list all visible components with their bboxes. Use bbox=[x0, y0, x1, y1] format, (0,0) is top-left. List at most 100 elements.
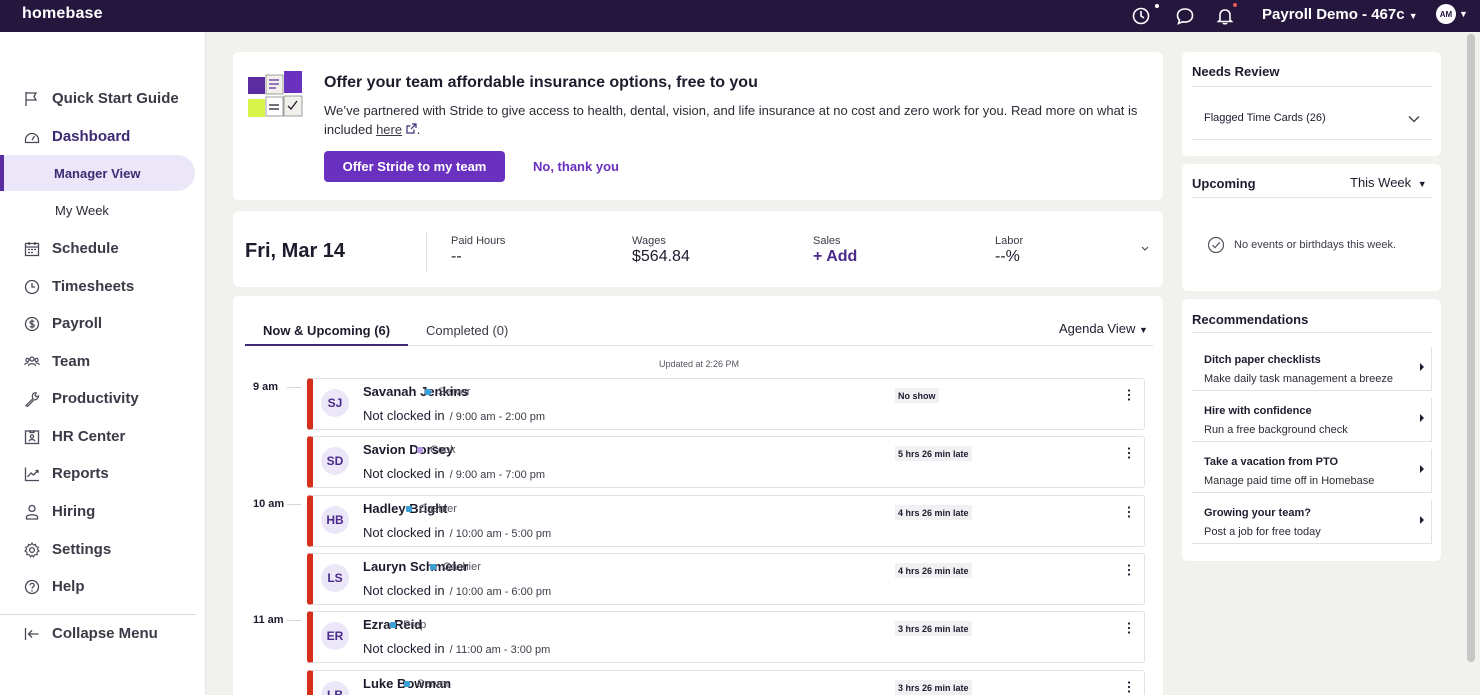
sidebar-item-team[interactable]: Team bbox=[0, 347, 206, 377]
upcoming-filter-label: This Week bbox=[1350, 175, 1412, 190]
insurance-illustration-icon bbox=[248, 71, 303, 117]
role-label: Cashier bbox=[443, 561, 481, 573]
no-thank-you-button[interactable]: No, thank you bbox=[533, 159, 619, 174]
upcoming-filter-dropdown[interactable]: This Week ▼ bbox=[1350, 175, 1427, 190]
sidebar-item-payroll[interactable]: Payroll bbox=[0, 309, 206, 339]
clock-status: Not clocked in / 11:00 am - 3:00 pm bbox=[363, 641, 550, 656]
employee-avatar[interactable]: LS bbox=[321, 564, 349, 592]
sidebar-item-help[interactable]: Help bbox=[0, 572, 206, 602]
sidebar-item-label: Schedule bbox=[52, 240, 119, 257]
avatar-chevron-icon[interactable]: ▼ bbox=[1459, 9, 1468, 19]
sidebar-item-reports[interactable]: Reports bbox=[0, 459, 206, 489]
timeclock-icon[interactable] bbox=[1129, 4, 1153, 28]
person-icon bbox=[25, 504, 39, 520]
lateness-badge: 5 hrs 26 min late bbox=[895, 446, 972, 461]
homebase-logo[interactable]: homebase bbox=[22, 5, 103, 23]
upcoming-title: Upcoming bbox=[1192, 176, 1256, 191]
stat-label: Paid Hours bbox=[451, 235, 506, 247]
recommendation-item[interactable]: Ditch paper checklists Make daily task ma… bbox=[1192, 347, 1432, 391]
stat-paid-hours: Paid Hours -- bbox=[451, 235, 505, 266]
upcoming-empty-message: No events or birthdays this week. bbox=[1234, 239, 1397, 251]
sidebar-item-label: Productivity bbox=[52, 390, 139, 407]
clock-status: Not clocked in / 9:00 am - 7:00 pm bbox=[363, 466, 545, 481]
kebab-menu-icon[interactable] bbox=[1126, 446, 1132, 460]
add-sales-button[interactable]: + Add bbox=[813, 248, 857, 266]
sidebar-item-label: Manager View bbox=[54, 166, 141, 181]
account-name: Payroll Demo - 467c bbox=[1262, 6, 1405, 23]
calendar-icon bbox=[24, 242, 40, 257]
sidebar-item-label: Timesheets bbox=[52, 278, 135, 295]
recommendation-title: Take a vacation from PTO bbox=[1204, 456, 1339, 468]
tab-now-upcoming[interactable]: Now & Upcoming (6) bbox=[263, 323, 390, 338]
time-tick bbox=[287, 504, 301, 505]
sidebar-item-dashboard[interactable]: Dashboard bbox=[0, 122, 206, 152]
stats-date: Fri, Mar 14 bbox=[245, 240, 346, 262]
chevron-down-icon[interactable] bbox=[1408, 115, 1420, 123]
chat-icon[interactable] bbox=[1173, 4, 1197, 28]
employee-role: Cashier bbox=[406, 503, 457, 515]
avatar[interactable]: AM bbox=[1436, 4, 1456, 24]
sidebar-divider bbox=[0, 614, 196, 615]
sidebar-item-settings[interactable]: Settings bbox=[0, 535, 206, 565]
role-color-swatch bbox=[404, 681, 410, 687]
agenda-view-dropdown[interactable]: Agenda View ▼ bbox=[1059, 321, 1148, 336]
employee-avatar[interactable]: ER bbox=[321, 622, 349, 650]
bell-icon[interactable] bbox=[1213, 4, 1237, 28]
agenda-card: Now & Upcoming (6) Completed (0) Agenda … bbox=[233, 296, 1163, 695]
daily-stats-card: Fri, Mar 14 Paid Hours -- Wages $564.84 Sa… bbox=[233, 211, 1163, 287]
kebab-menu-icon[interactable] bbox=[1126, 388, 1132, 402]
top-bar: homebase Payroll Demo - 467c ▼ AM ▼ bbox=[0, 0, 1480, 32]
sidebar-item-timesheets[interactable]: Timesheets bbox=[0, 272, 206, 302]
shift-hours: / 10:00 am - 6:00 pm bbox=[449, 586, 552, 598]
tab-completed[interactable]: Completed (0) bbox=[426, 323, 508, 338]
recommendation-subtitle: Post a job for free today bbox=[1204, 526, 1321, 538]
dollar-icon bbox=[24, 316, 40, 332]
sidebar-item-hiring[interactable]: Hiring bbox=[0, 497, 206, 527]
team-icon bbox=[24, 356, 40, 367]
collapse-menu-button[interactable]: Collapse Menu bbox=[0, 619, 206, 649]
lateness-badge: 4 hrs 26 min late bbox=[895, 505, 972, 520]
recommendation-title: Growing your team? bbox=[1204, 507, 1311, 519]
employee-avatar[interactable]: LB bbox=[321, 681, 349, 695]
promo-here-link[interactable]: here bbox=[376, 122, 402, 137]
shift-row[interactable]: LBLuke BowmanServerNot clocked in3 hrs 2… bbox=[307, 670, 1145, 695]
recommendations-title: Recommendations bbox=[1192, 312, 1309, 327]
kebab-menu-icon[interactable] bbox=[1126, 680, 1132, 694]
account-switcher[interactable]: Payroll Demo - 467c ▼ bbox=[1262, 6, 1418, 23]
sidebar-item-quick-start-guide[interactable]: Quick Start Guide bbox=[0, 84, 206, 114]
external-link-icon[interactable] bbox=[406, 123, 417, 134]
shift-row[interactable]: SJ Savanah Jenkins Server Not clocked in/ 9… bbox=[307, 378, 1145, 430]
sidebar-item-hr-center[interactable]: HR Center bbox=[0, 422, 206, 452]
page-scrollbar[interactable] bbox=[1467, 34, 1475, 662]
collapse-arrow-icon bbox=[24, 628, 39, 640]
flagged-time-cards-item[interactable]: Flagged Time Cards (26) bbox=[1204, 112, 1326, 124]
recommendation-item[interactable]: Growing your team? Post a job for free to… bbox=[1192, 500, 1432, 544]
shift-row[interactable]: LS Lauryn Schmeler Cashier Not clocked in / … bbox=[307, 553, 1145, 605]
recommendation-title: Ditch paper checklists bbox=[1204, 354, 1321, 366]
shift-row[interactable]: ER Ezra Reid Prep Not clocked in/ 11:00 am … bbox=[307, 611, 1145, 663]
shift-row[interactable]: HB Hadley Bright Cashier Not clocked in/ 10… bbox=[307, 495, 1145, 547]
shift-hours: / 9:00 am - 7:00 pm bbox=[449, 469, 546, 481]
sidebar-item-schedule[interactable]: Schedule bbox=[0, 234, 206, 264]
recommendation-item[interactable]: Hire with confidence Run a free backgroun… bbox=[1192, 398, 1432, 442]
caret-down-icon: ▼ bbox=[1139, 325, 1148, 335]
recommendation-item[interactable]: Take a vacation from PTO Manage paid time… bbox=[1192, 449, 1432, 493]
promo-body-text: We’ve partnered with Stride to give acce… bbox=[324, 103, 1138, 137]
sidebar-item-manager-view[interactable]: Manager View bbox=[0, 155, 195, 191]
employee-avatar[interactable]: SD bbox=[321, 447, 349, 475]
offer-stride-button[interactable]: Offer Stride to my team bbox=[324, 151, 505, 182]
stat-sales: Sales + Add bbox=[813, 235, 857, 266]
kebab-menu-icon[interactable] bbox=[1126, 505, 1132, 519]
employee-avatar[interactable]: SJ bbox=[321, 389, 349, 417]
chevron-down-icon[interactable] bbox=[1141, 246, 1149, 252]
employee-role: Server bbox=[425, 386, 470, 398]
employee-avatar[interactable]: HB bbox=[321, 506, 349, 534]
needs-review-title: Needs Review bbox=[1192, 64, 1280, 79]
notification-dot bbox=[1233, 3, 1237, 7]
kebab-menu-icon[interactable] bbox=[1126, 563, 1132, 577]
sidebar-item-my-week[interactable]: My Week bbox=[0, 192, 195, 228]
stat-value: $564.84 bbox=[632, 248, 690, 265]
shift-row[interactable]: SD Savion Dorsey Cook Not clocked in/ 9:00 … bbox=[307, 436, 1145, 488]
kebab-menu-icon[interactable] bbox=[1126, 621, 1132, 635]
sidebar-item-productivity[interactable]: Productivity bbox=[0, 384, 206, 414]
